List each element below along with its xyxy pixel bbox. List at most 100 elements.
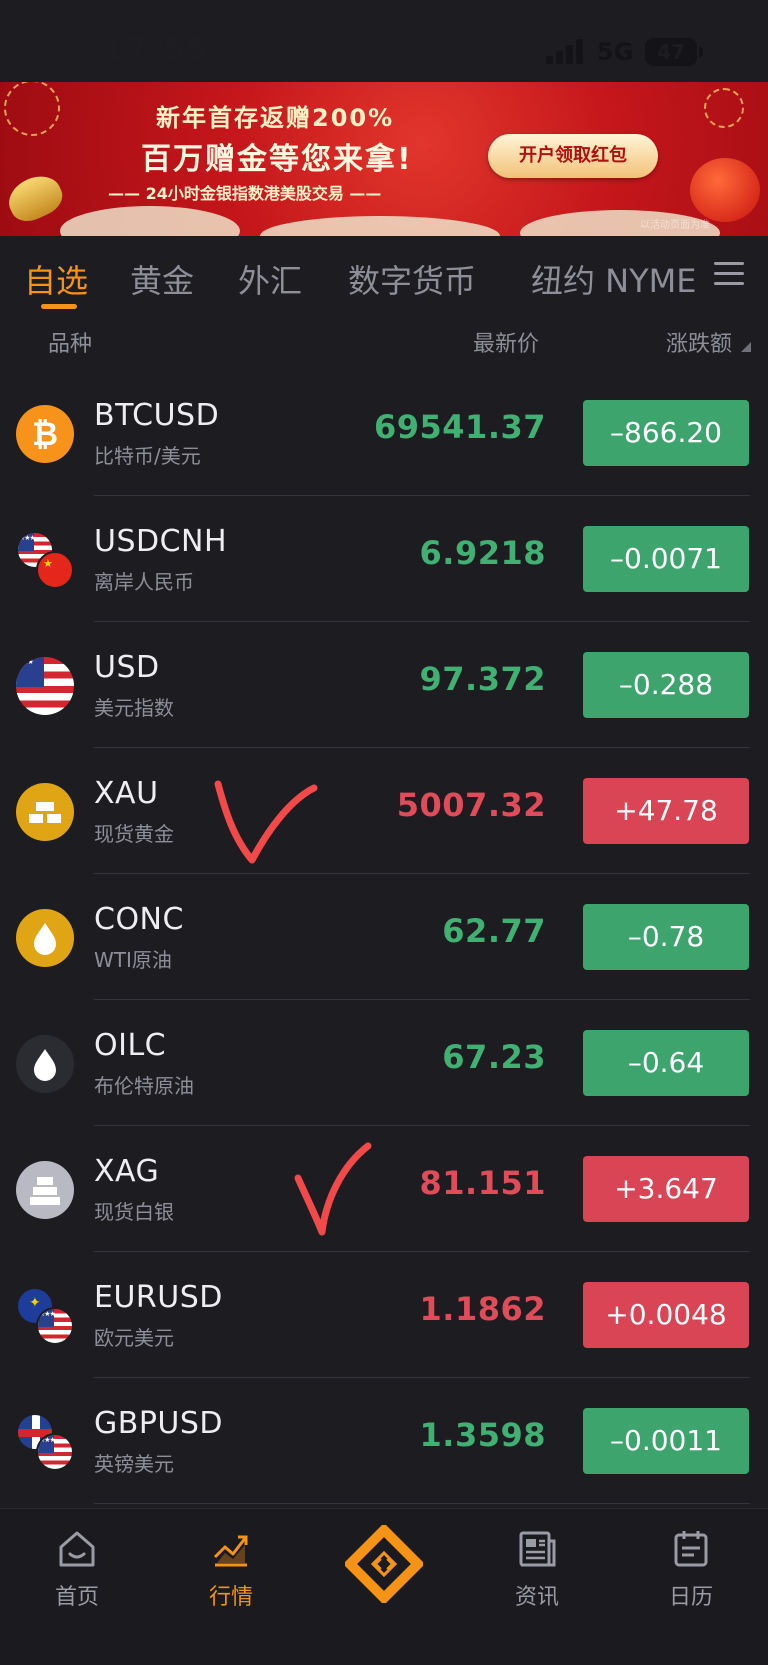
nav-home[interactable]: 首页 <box>32 1527 122 1611</box>
last-price: 97.372 <box>419 660 546 698</box>
gb-us-flag-icon <box>16 1413 74 1471</box>
last-price: 5007.32 <box>396 786 546 824</box>
symbol: GBPUSD <box>94 1406 224 1441</box>
oil-drop-icon <box>16 909 74 967</box>
status-time: 17:55 <box>102 30 209 68</box>
nav-label: 日历 <box>668 1585 713 1610</box>
symbol: XAG <box>94 1154 160 1189</box>
change-badge[interactable]: +47.78 <box>583 778 749 844</box>
nav-label: 首页 <box>54 1585 99 1610</box>
eu-us-flag-icon <box>16 1287 74 1345</box>
cloud-decoration <box>260 216 500 236</box>
instrument-name: 现货黄金 <box>94 822 174 846</box>
cloud-decoration <box>60 206 240 236</box>
quote-row-conc[interactable]: CONC WTI原油 62.77 –0.78 <box>0 874 768 1000</box>
symbol: OILC <box>94 1028 167 1063</box>
home-icon <box>59 1531 95 1567</box>
tab-watchlist[interactable]: 自选 <box>24 256 88 302</box>
instrument-name: 布伦特原油 <box>94 1074 194 1098</box>
column-header-instrument: 品种 <box>48 332 93 357</box>
last-price: 81.151 <box>419 1164 546 1202</box>
change-badge[interactable]: –0.64 <box>583 1030 749 1096</box>
change-badge[interactable]: +0.0048 <box>583 1282 749 1348</box>
tab-nymex[interactable]: 纽约 NYME <box>531 256 697 302</box>
nav-calendar[interactable]: 日历 <box>646 1527 736 1611</box>
last-price: 1.3598 <box>419 1416 546 1454</box>
tab-gold[interactable]: 黄金 <box>130 256 194 302</box>
change-badge[interactable]: –0.78 <box>583 904 749 970</box>
open-account-button[interactable]: 开户领取红包 <box>488 134 658 178</box>
change-badge[interactable]: –0.0011 <box>583 1408 749 1474</box>
firework-decoration <box>4 82 60 136</box>
quote-row-btcusd[interactable]: ₿ BTCUSD 比特币/美元 69541.37 –866.20 <box>0 370 768 496</box>
nav-market[interactable]: 行情 <box>186 1527 276 1611</box>
tab-crypto[interactable]: 数字货币 <box>348 256 476 302</box>
change-badge[interactable]: –0.288 <box>583 652 749 718</box>
symbol: USDCNH <box>94 524 228 559</box>
banner-fine-print: 以活动页面为准 <box>640 220 710 231</box>
instrument-name: 美元指数 <box>94 696 174 720</box>
sort-icon[interactable] <box>741 342 751 352</box>
symbol: USD <box>94 650 160 685</box>
us-flag-icon <box>16 657 74 715</box>
us-cn-flag-icon <box>16 531 74 589</box>
banner-tagline: —— 24小时金银指数港美股交易 —— <box>108 184 382 203</box>
change-badge[interactable]: –0.0071 <box>583 526 749 592</box>
instrument-name: WTI原油 <box>94 948 172 972</box>
change-badge[interactable]: +3.647 <box>583 1156 749 1222</box>
gold-bar-icon <box>16 783 74 841</box>
symbol: EURUSD <box>94 1280 223 1315</box>
column-header-last-price[interactable]: 最新价 <box>473 326 539 358</box>
instrument-name: 英镑美元 <box>94 1452 174 1476</box>
calendar-icon <box>674 1531 708 1567</box>
quote-row-gbpusd[interactable]: GBPUSD 英镑美元 1.3598 –0.0011 <box>0 1378 768 1504</box>
network-type: 5G <box>597 38 634 66</box>
signal-icon <box>546 38 588 64</box>
nav-news[interactable]: 资讯 <box>492 1527 582 1611</box>
quote-row-oilc[interactable]: OILC 布伦特原油 67.23 –0.64 <box>0 1000 768 1126</box>
last-price: 69541.37 <box>373 408 546 446</box>
column-header-change[interactable]: 涨跌额 <box>666 326 732 358</box>
bitcoin-icon: ₿ <box>16 405 74 463</box>
gold-ingot-decoration <box>2 168 68 228</box>
last-price: 1.1862 <box>419 1290 546 1328</box>
last-price: 67.23 <box>442 1038 546 1076</box>
nav-trade[interactable] <box>342 1522 426 1606</box>
menu-icon[interactable] <box>714 262 744 286</box>
nav-label: 资讯 <box>514 1585 559 1610</box>
checkmark-annotation <box>214 780 318 864</box>
nav-label: 行情 <box>208 1585 253 1610</box>
instrument-name: 离岸人民币 <box>94 570 194 594</box>
symbol: CONC <box>94 902 184 937</box>
category-tabs: 自选 黄金 外汇 数字货币 纽约 NYME <box>0 236 768 312</box>
instrument-name: 欧元美元 <box>94 1326 174 1350</box>
lantern-decoration <box>690 158 760 222</box>
trade-diamond-icon <box>342 1522 426 1606</box>
bottom-nav: 首页 行情 资讯 日历 <box>0 1508 768 1665</box>
active-tab-indicator <box>41 304 77 309</box>
promo-banner[interactable]: 新年首存返赠200% 百万赠金等您来拿! —— 24小时金银指数港美股交易 ——… <box>0 82 768 236</box>
symbol: XAU <box>94 776 159 811</box>
last-price: 62.77 <box>442 912 546 950</box>
row-divider <box>94 1503 750 1504</box>
quote-row-usdcnh[interactable]: USDCNH 离岸人民币 6.9218 –0.0071 <box>0 496 768 622</box>
quote-row-usd[interactable]: USD 美元指数 97.372 –0.288 <box>0 622 768 748</box>
battery-icon: 47 <box>645 38 703 66</box>
quote-row-xag[interactable]: XAG 现货白银 81.151 +3.647 <box>0 1126 768 1252</box>
symbol: BTCUSD <box>94 398 220 433</box>
status-bar: 17:55 5G 47 <box>0 0 768 82</box>
silver-bar-icon <box>16 1161 74 1219</box>
tab-forex[interactable]: 外汇 <box>238 256 302 302</box>
screen: 17:55 5G 47 新年首存返赠200% 百万赠金等您来拿! —— 24小时… <box>0 0 768 1665</box>
oil-drop-dark-icon <box>16 1035 74 1093</box>
instrument-name: 比特币/美元 <box>94 444 201 468</box>
firework-decoration <box>704 88 744 128</box>
quote-row-eurusd[interactable]: EURUSD 欧元美元 1.1862 +0.0048 <box>0 1252 768 1378</box>
checkmark-annotation <box>294 1142 372 1236</box>
instrument-name: 现货白银 <box>94 1200 174 1224</box>
banner-subheadline: 百万赠金等您来拿! <box>141 142 413 177</box>
chart-icon <box>213 1535 248 1567</box>
news-icon <box>519 1531 556 1567</box>
quote-row-xau[interactable]: XAU 现货黄金 5007.32 +47.78 <box>0 748 768 874</box>
change-badge[interactable]: –866.20 <box>583 400 749 466</box>
